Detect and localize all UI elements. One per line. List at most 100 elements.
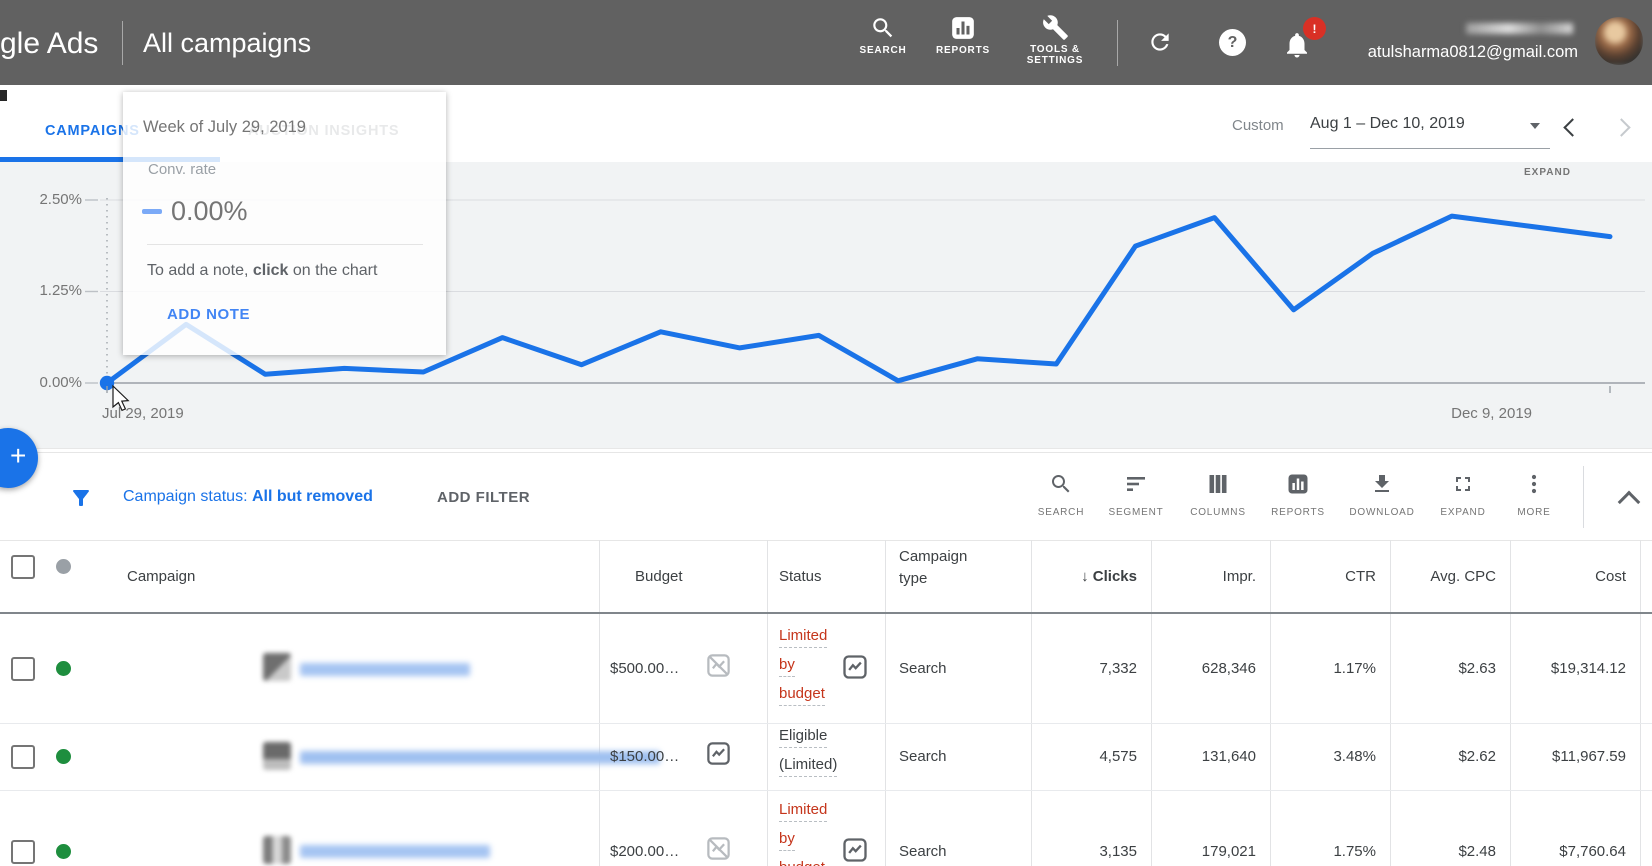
row-divider [0, 790, 1652, 791]
col-header-ctr[interactable]: CTR [1270, 568, 1376, 585]
topbar-section-divider [1117, 20, 1118, 66]
budget-history-icon-disabled[interactable] [705, 835, 732, 862]
topbar-search-button[interactable]: SEARCH [843, 15, 923, 56]
status-cell[interactable]: Limited by budget [779, 627, 827, 706]
download-button[interactable]: DOWNLOAD [1344, 472, 1420, 518]
brand-logo: gle Ads [0, 27, 98, 61]
row-status-dot [56, 661, 71, 676]
col-divider [1640, 540, 1641, 866]
campaign-type: Search [899, 660, 947, 677]
topbar-tools-settings-button[interactable]: TOOLS & SETTINGS [1015, 14, 1095, 66]
table-search-button[interactable]: SEARCH [1023, 472, 1099, 518]
row-checkbox[interactable] [11, 840, 35, 864]
filter-value: All but removed [252, 488, 373, 505]
status-history-icon[interactable] [841, 836, 869, 864]
campaign-status-filter[interactable]: Campaign status: All but removed [123, 488, 373, 506]
col-divider [1151, 540, 1152, 866]
table-reports-button[interactable]: REPORTS [1260, 472, 1336, 518]
col-header-clicks[interactable]: ↓ Clicks [1031, 568, 1137, 585]
columns-button[interactable]: COLUMNS [1180, 472, 1256, 518]
chart-hover-tooltip: Week of July 29, 2019 Conv. rate 0.00% T… [123, 92, 446, 355]
daterange-underline [1310, 148, 1550, 149]
daterange-caret-icon[interactable] [1530, 123, 1540, 129]
col-divider [1270, 540, 1271, 866]
topbar-search-label: SEARCH [843, 45, 923, 56]
impr-value: 179,021 [1151, 843, 1256, 860]
filter-funnel-icon[interactable] [69, 486, 93, 510]
question-mark-icon: ? [1228, 34, 1238, 52]
budget-history-icon[interactable] [705, 740, 732, 767]
status-cell[interactable]: Eligible (Limited) [779, 727, 837, 777]
budget-value[interactable]: $200.00… [610, 843, 679, 860]
col-header-status[interactable]: Status [779, 568, 822, 585]
cost-value: $19,314.12 [1510, 660, 1626, 677]
add-note-button[interactable]: ADD NOTE [167, 306, 250, 323]
select-all-checkbox[interactable] [11, 555, 35, 579]
reports-icon [950, 15, 976, 41]
campaign-icon-redacted [263, 653, 291, 681]
col-header-avg-cpc[interactable]: Avg. CPC [1390, 568, 1496, 585]
col-header-impr[interactable]: Impr. [1151, 568, 1256, 585]
clicks-value: 3,135 [1031, 843, 1137, 860]
ctr-value: 1.17% [1270, 660, 1376, 677]
campaign-name-redacted[interactable] [300, 751, 660, 764]
tooltip-note-hint: To add a note, click on the chart [147, 262, 377, 280]
row-checkbox[interactable] [11, 657, 35, 681]
topbar-reports-label: REPORTS [923, 45, 1003, 56]
cpc-value: $2.63 [1390, 660, 1496, 677]
row-checkbox[interactable] [11, 745, 35, 769]
daterange-prev-icon[interactable] [1563, 118, 1581, 136]
toolbar-divider [1583, 466, 1584, 528]
daterange-preset: Custom [1232, 117, 1284, 134]
budget-history-icon-disabled[interactable] [705, 652, 732, 679]
x-axis-label-end: Dec 9, 2019 [1382, 405, 1532, 422]
col-header-campaign-type[interactable]: Campaign type [899, 546, 967, 590]
budget-value[interactable]: $500.00… [610, 660, 679, 677]
avatar-photo [1595, 17, 1643, 65]
refresh-icon[interactable] [1147, 29, 1173, 55]
col-header-cost[interactable]: Cost [1510, 568, 1626, 585]
more-vert-icon [1522, 472, 1546, 496]
campaign-name-redacted[interactable] [300, 845, 490, 858]
col-header-campaign[interactable]: Campaign [127, 568, 195, 585]
cpc-value: $2.48 [1390, 843, 1496, 860]
avatar[interactable] [1595, 17, 1643, 65]
clicks-value: 7,332 [1031, 660, 1137, 677]
row-status-dot [56, 844, 71, 859]
chart-expand-button[interactable]: EXPAND [1524, 167, 1571, 178]
filterbar-bottom-border [0, 540, 1652, 541]
segment-button[interactable]: SEGMENT [1098, 472, 1174, 518]
download-icon [1370, 472, 1394, 496]
account-name-redacted [1466, 23, 1573, 34]
status-dot-filter[interactable] [56, 559, 71, 574]
plus-icon: + [10, 440, 26, 472]
row-divider [0, 723, 1652, 724]
tooltip-divider [147, 244, 423, 245]
tooltip-metric-label: Conv. rate [148, 161, 216, 178]
help-button[interactable]: ? [1219, 29, 1246, 56]
campaign-name-redacted[interactable] [300, 663, 470, 676]
segment-icon [1124, 472, 1148, 496]
status-cell[interactable]: Limited by budget [779, 801, 827, 866]
reports-icon [1286, 472, 1310, 496]
col-divider [1510, 540, 1511, 866]
expand-icon [1451, 472, 1475, 496]
status-history-icon[interactable] [841, 653, 869, 681]
add-filter-button[interactable]: ADD FILTER [437, 489, 530, 506]
col-header-budget[interactable]: Budget [635, 568, 683, 585]
budget-value[interactable]: $150.00… [610, 748, 679, 765]
daterange-value[interactable]: Aug 1 – Dec 10, 2019 [1310, 115, 1465, 133]
campaign-icon-redacted [263, 742, 291, 770]
topbar-reports-button[interactable]: REPORTS [923, 15, 1003, 56]
series-swatch-icon [142, 209, 162, 214]
cost-value: $11,967.59 [1510, 748, 1626, 765]
impr-value: 628,346 [1151, 660, 1256, 677]
expand-table-button[interactable]: EXPAND [1425, 472, 1501, 518]
topbar-tools-label-2: SETTINGS [1015, 55, 1095, 66]
impr-value: 131,640 [1151, 748, 1256, 765]
more-button[interactable]: MORE [1496, 472, 1572, 518]
x-axis-label-start: Jul 29, 2019 [102, 405, 184, 422]
google-ads-app: gle Ads All campaigns SEARCH REPORTS [0, 0, 1652, 866]
collapse-chevron-icon[interactable] [1618, 491, 1641, 514]
daterange-next-icon[interactable] [1612, 118, 1630, 136]
